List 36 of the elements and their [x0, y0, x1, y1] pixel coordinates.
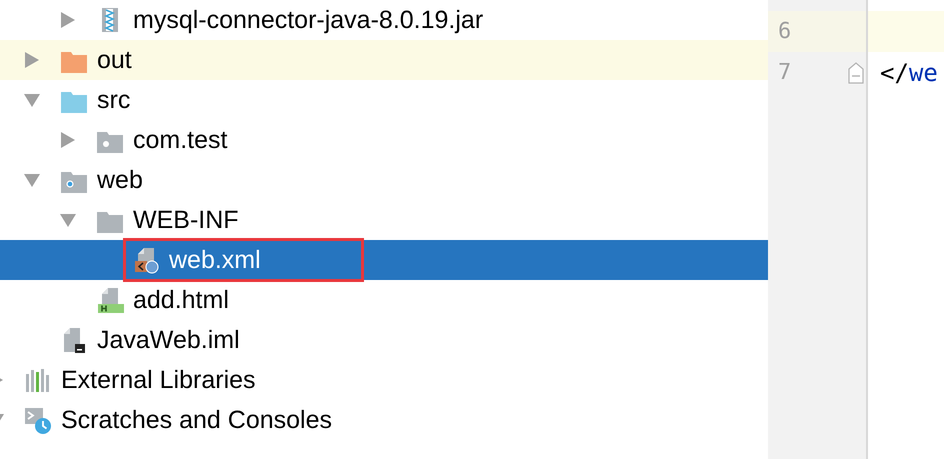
- tree-row[interactable]: External Libraries: [0, 360, 768, 400]
- expanded-arrow-icon[interactable]: [60, 212, 76, 228]
- node-label: WEB-INF: [133, 206, 239, 234]
- collapsed-arrow-icon[interactable]: [60, 12, 76, 28]
- node-label: out: [97, 46, 132, 74]
- node-label: com.test: [133, 126, 228, 154]
- line-number: 7: [778, 60, 792, 85]
- node-label: add.html: [133, 286, 229, 314]
- node-label: JavaWeb.iml: [97, 326, 240, 354]
- node-label: External Libraries: [61, 366, 256, 394]
- tree-row[interactable]: out: [0, 40, 768, 80]
- node-label: web.xml: [169, 246, 261, 274]
- tree-row[interactable]: JavaWeb.iml: [0, 320, 768, 360]
- node-label: mysql-connector-java-8.0.19.jar: [133, 6, 484, 34]
- html-file-icon: [96, 286, 124, 314]
- node-label: web: [97, 166, 143, 194]
- tree-row[interactable]: web: [0, 160, 768, 200]
- expanded-arrow-icon[interactable]: [24, 92, 40, 108]
- node-label: src: [97, 86, 130, 114]
- libraries-icon: [24, 366, 52, 394]
- xml-file-icon: [132, 246, 160, 274]
- collapsed-arrow-icon[interactable]: [24, 52, 40, 68]
- tree-row[interactable]: mysql-connector-java-8.0.19.jar: [0, 0, 768, 40]
- line-number: 6: [778, 19, 792, 44]
- tree-row[interactable]: src: [0, 80, 768, 120]
- collapsed-arrow-icon[interactable]: [60, 132, 76, 148]
- code-line: </we: [880, 58, 938, 86]
- tree-row[interactable]: Scratches and Consoles: [0, 400, 768, 440]
- tree-row[interactable]: web.xml: [0, 240, 768, 280]
- scratch-console-icon: [24, 406, 52, 434]
- fold-marker-icon[interactable]: [848, 62, 864, 84]
- tree-row[interactable]: WEB-INF: [0, 200, 768, 240]
- expanded-arrow-icon[interactable]: [24, 172, 40, 188]
- tree-row[interactable]: add.html: [0, 280, 768, 320]
- node-label: Scratches and Consoles: [61, 406, 332, 434]
- tree-row[interactable]: com.test: [0, 120, 768, 160]
